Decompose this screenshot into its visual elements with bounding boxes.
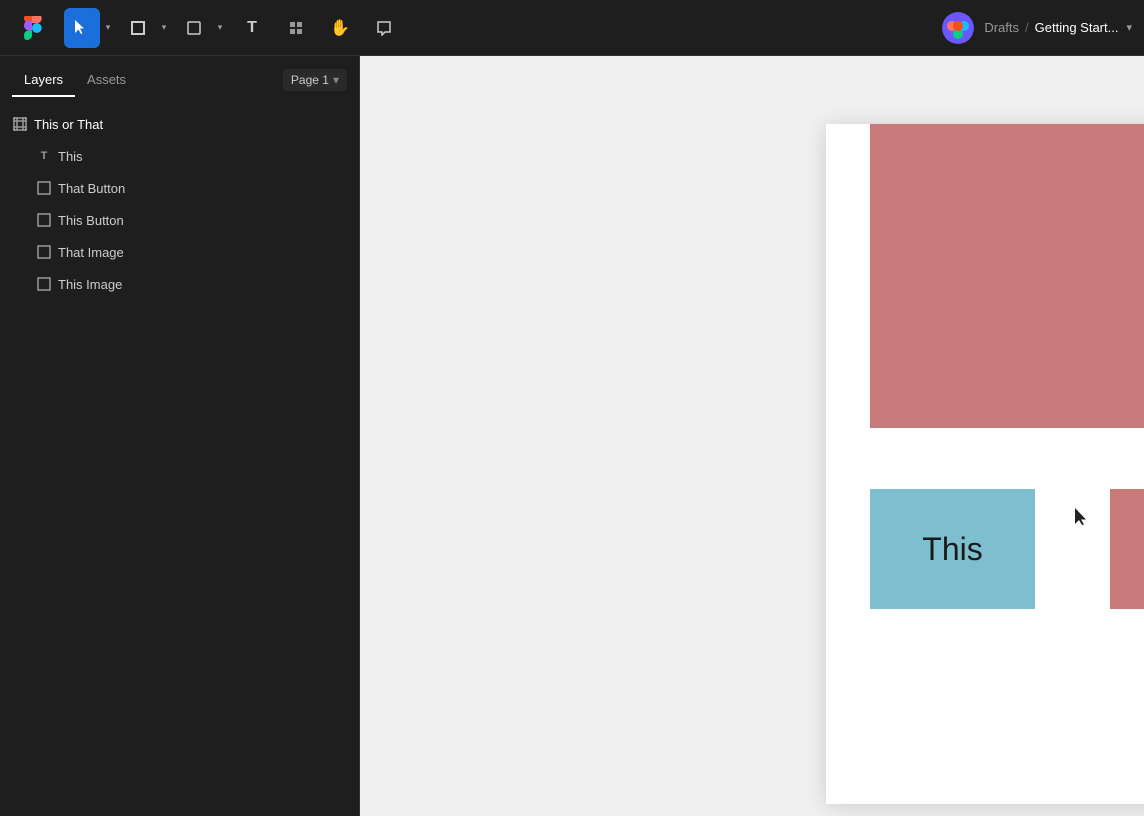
layer-this-or-that[interactable]: This or That	[0, 108, 359, 140]
layer-this-image-label: This Image	[58, 277, 122, 292]
user-avatar[interactable]	[942, 12, 974, 44]
canvas-area[interactable]: This	[360, 56, 1144, 816]
layer-that-button-label: That Button	[58, 181, 125, 196]
canvas-pink-large[interactable]	[870, 124, 1144, 428]
main-content: Layers Assets Page 1 ▾ This or That	[0, 56, 1144, 816]
frame-tool[interactable]	[120, 8, 156, 48]
rect-layer-icon-2	[36, 212, 52, 228]
breadcrumb-separator: /	[1025, 20, 1029, 35]
components-tool[interactable]	[276, 8, 316, 48]
select-tool[interactable]	[64, 8, 100, 48]
layer-that-image-label: That Image	[58, 245, 124, 260]
layer-this-text[interactable]: T This	[0, 140, 359, 172]
breadcrumb-current[interactable]: Getting Start...	[1035, 20, 1119, 35]
canvas-that-button[interactable]	[1110, 489, 1144, 609]
breadcrumb-dropdown-icon[interactable]: ▾	[1126, 21, 1132, 34]
rect-layer-icon-4	[36, 276, 52, 292]
layer-that-image[interactable]: That Image	[0, 236, 359, 268]
toolbar-right: Drafts / Getting Start... ▾	[942, 12, 1132, 44]
layer-this-or-that-label: This or That	[34, 117, 103, 132]
sidebar-header: Layers Assets Page 1 ▾	[0, 56, 359, 104]
shape-tool-group: ▾	[176, 8, 228, 48]
layer-this-button-label: This Button	[58, 213, 124, 228]
breadcrumb-section[interactable]: Drafts	[984, 20, 1019, 35]
page-selector[interactable]: Page 1 ▾	[283, 69, 347, 91]
canvas-this-button[interactable]: This	[870, 489, 1035, 609]
tab-assets[interactable]: Assets	[75, 64, 138, 97]
sidebar: Layers Assets Page 1 ▾ This or That	[0, 56, 360, 816]
frame-tool-group: ▾	[120, 8, 172, 48]
tab-layers[interactable]: Layers	[12, 64, 75, 97]
toolbar: ▾ ▾ ▾ T ✋	[0, 0, 1144, 56]
layers-list: This or That T This That Button	[0, 104, 359, 816]
layer-that-button[interactable]: That Button	[0, 172, 359, 204]
breadcrumb: Drafts / Getting Start... ▾	[984, 20, 1132, 35]
layer-this-button[interactable]: This Button	[0, 204, 359, 236]
rect-layer-icon-3	[36, 244, 52, 260]
figma-logo[interactable]	[12, 8, 52, 48]
select-tool-chevron[interactable]: ▾	[100, 8, 116, 48]
page-selector-label: Page 1	[291, 73, 329, 87]
canvas-this-button-text: This	[922, 531, 982, 568]
toolbar-left: ▾ ▾ ▾ T ✋	[12, 8, 404, 48]
shape-tool-chevron[interactable]: ▾	[212, 8, 228, 48]
comment-tool[interactable]	[364, 8, 404, 48]
rect-layer-icon-1	[36, 180, 52, 196]
layer-this-text-label: This	[58, 149, 83, 164]
text-layer-icon: T	[36, 148, 52, 164]
select-tool-group: ▾	[64, 8, 116, 48]
text-tool[interactable]: T	[232, 8, 272, 48]
hand-tool[interactable]: ✋	[320, 8, 360, 48]
frame-icon	[12, 116, 28, 132]
frame-tool-chevron[interactable]: ▾	[156, 8, 172, 48]
page-selector-chevron: ▾	[333, 73, 339, 87]
layer-this-image[interactable]: This Image	[0, 268, 359, 300]
shape-tool[interactable]	[176, 8, 212, 48]
